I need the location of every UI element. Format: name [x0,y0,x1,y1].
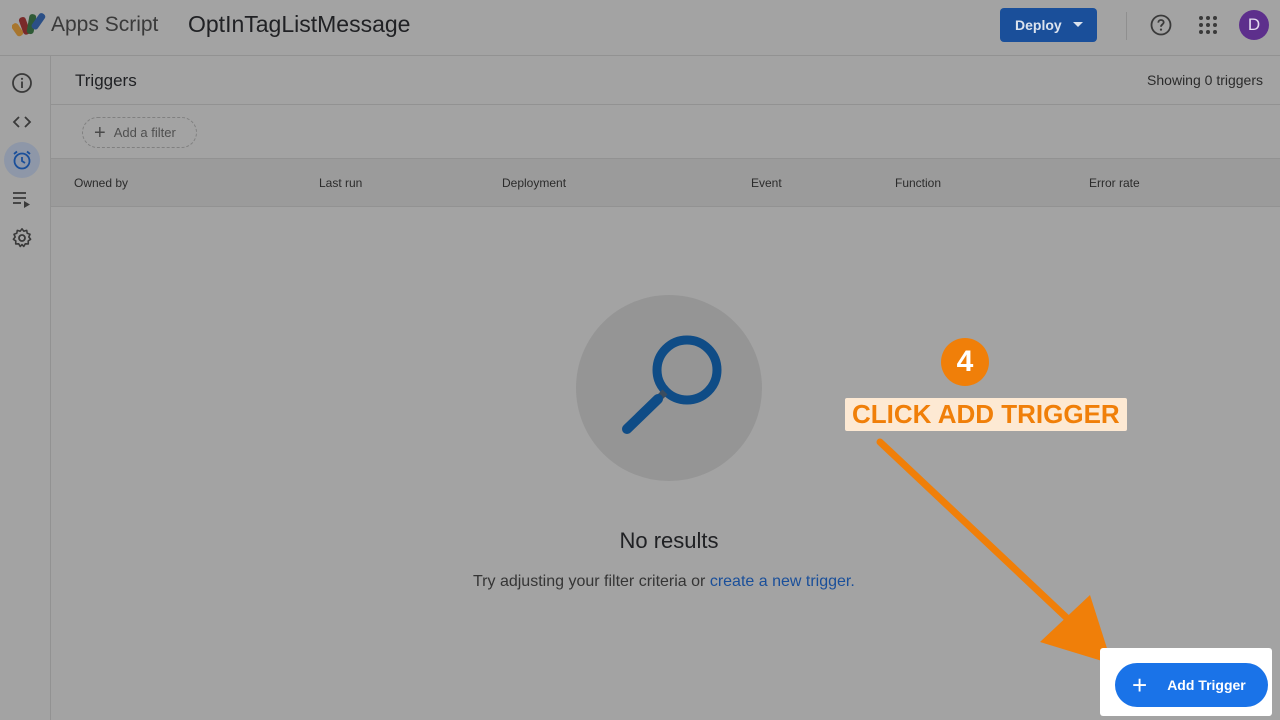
column-event[interactable]: Event [751,176,782,190]
sidebar-item-overview[interactable] [4,65,40,101]
apps-grid-icon[interactable] [1198,15,1218,35]
playlist-icon [13,192,30,208]
help-icon[interactable] [1150,14,1172,36]
trigger-count: Showing 0 triggers [1147,72,1263,88]
column-last-run[interactable]: Last run [319,176,362,190]
sidebar-item-executions[interactable] [4,181,40,217]
triggers-header: Triggers Showing 0 triggers [51,56,1280,105]
table-header: Owned by Last run Deployment Event Funct… [51,158,1280,207]
sidebar [0,56,51,720]
project-title[interactable]: OptInTagListMessage [188,11,410,38]
column-function[interactable]: Function [895,176,941,190]
avatar[interactable]: D [1239,10,1269,40]
pointer-arrow-icon [876,438,1112,664]
add-trigger-button[interactable]: + Add Trigger [1115,663,1268,707]
add-filter-label: Add a filter [113,125,176,140]
create-trigger-link[interactable]: create a new trigger. [710,573,855,590]
deploy-button-label: Deploy [1015,17,1062,33]
plus-icon: + [94,121,106,144]
top-bar: Apps Script OptInTagListMessage Deploy D [0,0,1280,56]
empty-state-hint: Try adjusting your filter criteria or cr… [473,573,855,591]
info-icon [12,73,32,93]
step-number-badge: 4 [941,338,989,386]
app-name: Apps Script [51,13,159,36]
gear-icon [12,228,32,248]
sidebar-item-settings[interactable] [4,220,40,256]
apps-script-logo-icon[interactable] [12,11,46,37]
alarm-clock-icon [13,150,31,170]
column-deployment[interactable]: Deployment [502,176,566,190]
chevron-down-icon [1073,22,1083,27]
column-error-rate[interactable]: Error rate [1089,176,1140,190]
sidebar-item-triggers[interactable] [4,142,40,178]
plus-icon: + [1132,670,1148,700]
divider [1126,12,1127,40]
deploy-button[interactable]: Deploy [1000,8,1097,42]
search-icon [622,335,722,434]
add-filter-button[interactable]: + Add a filter [82,117,197,148]
page-title: Triggers [75,71,137,90]
code-icon [12,116,32,128]
add-trigger-label: Add Trigger [1167,677,1246,693]
column-owned-by[interactable]: Owned by [74,176,128,190]
sidebar-item-editor[interactable] [4,104,40,140]
instruction-callout: CLICK ADD TRIGGER [845,398,1127,431]
empty-state-hint-text: Try adjusting your filter criteria or [473,573,710,590]
